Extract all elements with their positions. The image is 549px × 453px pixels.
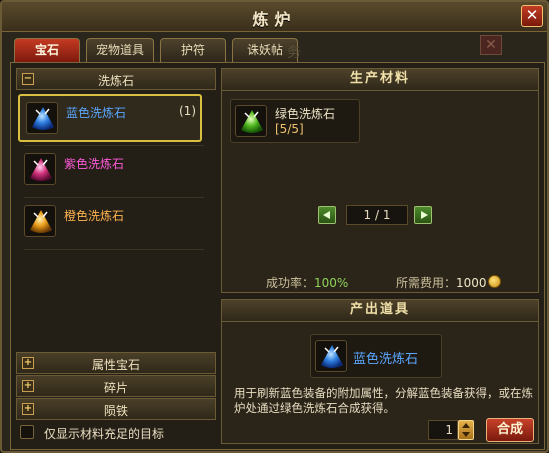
materials-heading: 生产材料 (222, 69, 538, 91)
category-label: 属性宝石 (91, 358, 140, 372)
tab-pet-items[interactable]: 宠物道具 (86, 38, 154, 62)
furnace-window: 炼炉 ✕ 宝石 宠物道具 护符 诛妖帖 务 ✕ − 洗炼石 蓝色洗炼石 (1) … (0, 0, 549, 453)
item-description: 用于刷新蓝色装备的附加属性，分解蓝色装备获得，或在炼炉处通过绿色洗炼石合成获得。 (234, 386, 533, 415)
purple-gem-icon (24, 153, 56, 185)
chevron-down-icon[interactable] (462, 432, 470, 437)
gold-coin-icon (488, 275, 501, 288)
category-header-refining-stones[interactable]: − 洗炼石 (16, 68, 216, 90)
output-item-slot[interactable]: 蓝色洗炼石 (310, 334, 442, 378)
divider (24, 145, 204, 146)
arrow-right-icon (421, 211, 428, 219)
filter-label: 仅显示材料充足的目标 (44, 427, 165, 441)
next-page-button[interactable] (414, 206, 432, 224)
background-close-icon: ✕ (480, 35, 502, 55)
output-heading: 产出道具 (222, 300, 538, 322)
divider (24, 249, 204, 250)
recipe-list-panel: − 洗炼石 蓝色洗炼石 (1) 紫色洗炼石 橙色洗炼石 + 属性宝石 + 碎片 … (16, 68, 216, 444)
category-label: 洗炼石 (97, 74, 134, 88)
chevron-up-icon[interactable] (462, 423, 470, 428)
title-bar[interactable]: 炼炉 ✕ (2, 2, 547, 32)
tab-amulets[interactable]: 护符 (160, 38, 226, 62)
content-area: − 洗炼石 蓝色洗炼石 (1) 紫色洗炼石 橙色洗炼石 + 属性宝石 + 碎片 … (10, 62, 545, 450)
material-slot[interactable]: 绿色洗炼石 [5/5] (230, 99, 360, 143)
close-button[interactable]: ✕ (521, 5, 543, 27)
success-rate-value: 100% (314, 276, 349, 290)
craft-button[interactable]: 合成 (486, 418, 534, 442)
prev-page-button[interactable] (318, 206, 336, 224)
material-quantity: [5/5] (275, 122, 304, 136)
item-count: (1) (179, 104, 196, 118)
list-item-purple-stone[interactable]: 紫色洗炼石 (18, 147, 202, 195)
success-rate: 成功率：100% (266, 274, 348, 291)
category-label: 陨铁 (103, 404, 128, 418)
divider (24, 197, 204, 198)
required-cost: 所需费用：1000 (396, 274, 487, 291)
category-header-attribute-gems[interactable]: + 属性宝石 (16, 352, 216, 374)
category-header-fragments[interactable]: + 碎片 (16, 375, 216, 397)
output-panel: 产出道具 蓝色洗炼石 用于刷新蓝色装备的附加属性，分解蓝色装备获得，或在炼炉处通… (221, 299, 539, 444)
tab-gems[interactable]: 宝石 (14, 38, 80, 62)
blue-gem-icon (315, 340, 347, 372)
orange-gem-icon (24, 205, 56, 237)
quantity-spin-button[interactable] (458, 420, 474, 440)
list-item-orange-stone[interactable]: 橙色洗炼石 (18, 199, 202, 247)
window-title: 炼炉 (252, 10, 297, 29)
quantity-input[interactable]: 1 (428, 420, 458, 440)
background-window-text: 务 (287, 45, 301, 61)
category-header-meteoric-iron[interactable]: + 陨铁 (16, 398, 216, 420)
arrow-left-icon (323, 211, 330, 219)
list-item-blue-stone[interactable]: 蓝色洗炼石 (1) (18, 94, 202, 142)
item-name: 橙色洗炼石 (64, 209, 125, 223)
item-name: 蓝色洗炼石 (66, 106, 127, 120)
green-gem-icon (235, 105, 267, 137)
sufficient-materials-checkbox[interactable] (20, 425, 34, 439)
cost-value: 1000 (456, 276, 487, 290)
item-name: 紫色洗炼石 (64, 157, 125, 171)
success-rate-label: 成功率： (266, 276, 315, 290)
blue-gem-icon (26, 102, 58, 134)
filter-row: 仅显示材料充足的目标 (16, 422, 216, 444)
material-name: 绿色洗炼石 (275, 107, 336, 121)
category-label: 碎片 (103, 381, 128, 395)
materials-panel: 生产材料 绿色洗炼石 [5/5] 1 / 1 成功率：100% 所需费用：100… (221, 68, 539, 293)
output-item-name: 蓝色洗炼石 (353, 352, 419, 367)
material-pager: 1 / 1 (318, 205, 438, 225)
cost-label: 所需费用： (396, 276, 457, 290)
quantity-stepper[interactable]: 1 (428, 420, 474, 440)
page-indicator: 1 / 1 (346, 205, 408, 225)
